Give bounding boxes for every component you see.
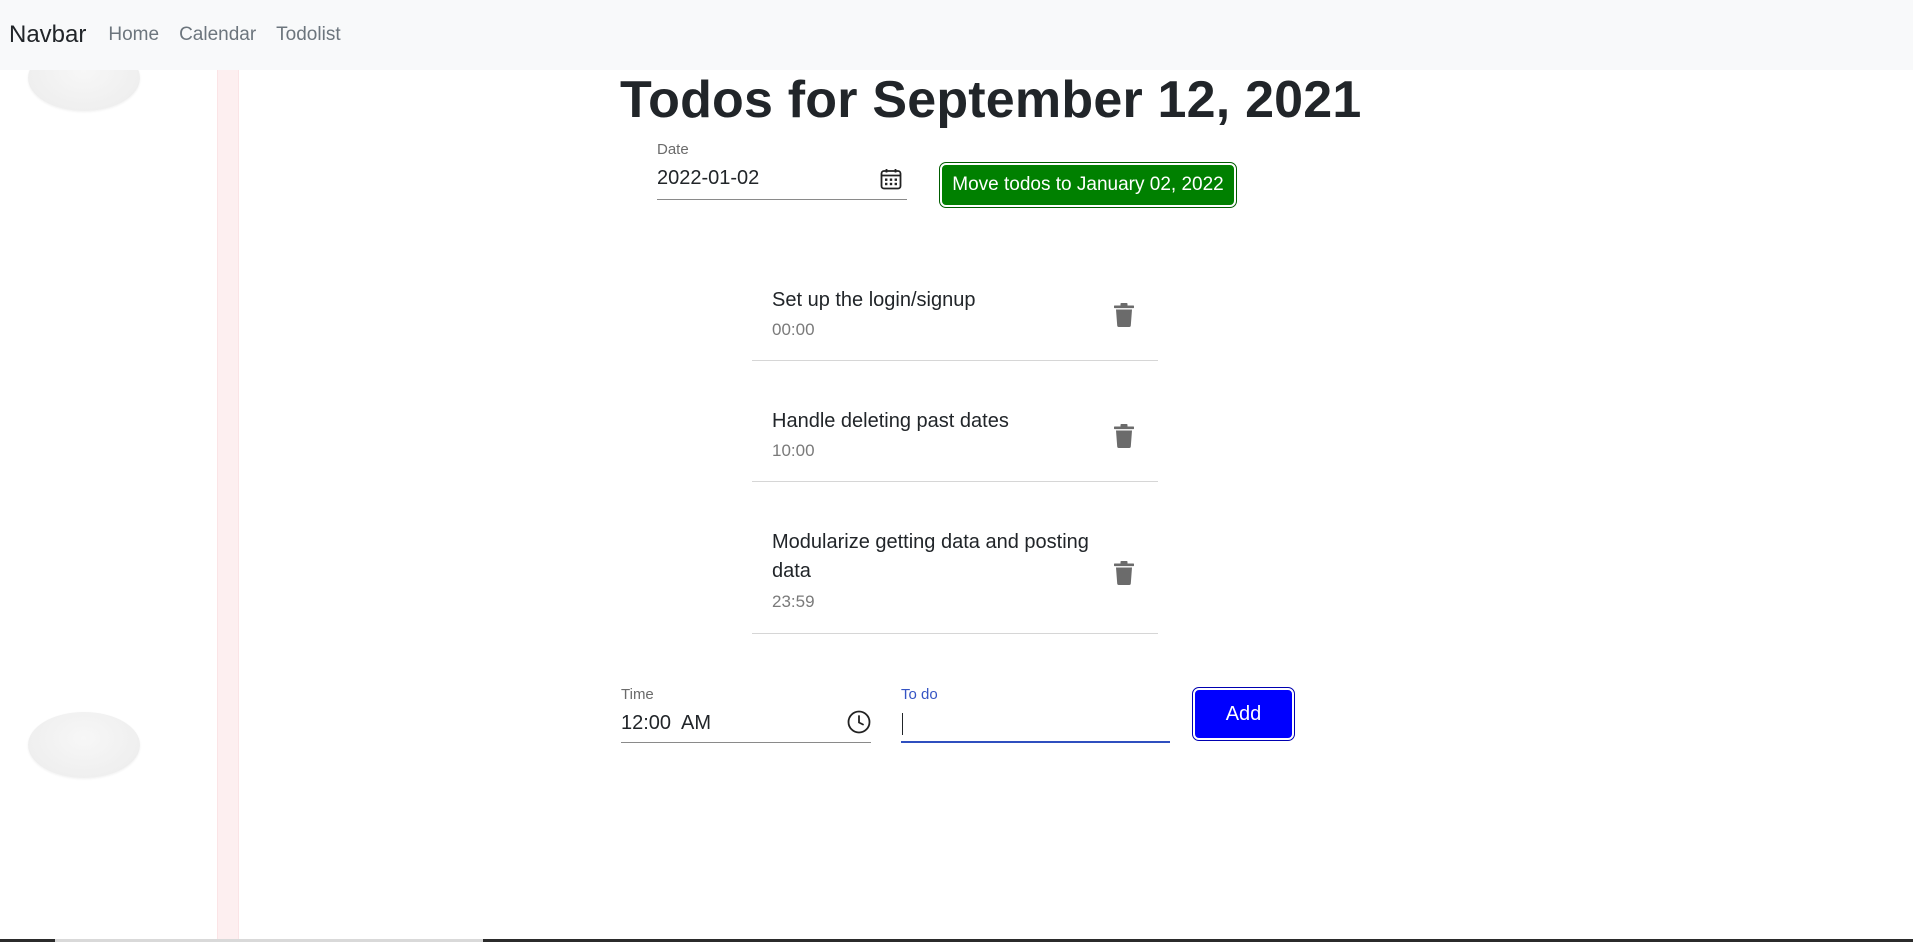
trash-icon[interactable]: [1110, 558, 1138, 588]
trash-icon[interactable]: [1110, 421, 1138, 451]
todo-list: Set up the login/signup 00:00 Handle del…: [742, 228, 1167, 658]
page-title: Todos for September 12, 2021: [620, 71, 1362, 129]
todo-item: Handle deleting past dates 10:00: [752, 361, 1158, 482]
navbar: Navbar Home Calendar Todolist: [0, 0, 1913, 70]
nav-link-home[interactable]: Home: [108, 24, 159, 46]
todo-field-label: To do: [901, 686, 938, 703]
calendar-icon[interactable]: [877, 165, 905, 193]
todo-text: Handle deleting past dates: [772, 410, 1009, 432]
clock-icon[interactable]: [845, 708, 873, 736]
text-caret: [902, 713, 903, 735]
trash-icon[interactable]: [1110, 300, 1138, 330]
date-field-value[interactable]: 2022-01-02: [657, 167, 907, 190]
move-todos-button[interactable]: Move todos to January 02, 2022: [939, 162, 1237, 208]
date-field-label: Date: [657, 141, 689, 158]
todo-item: Modularize getting data and posting data…: [752, 482, 1158, 634]
time-field-value[interactable]: 12:00 AM: [621, 712, 871, 735]
time-field-label: Time: [621, 686, 654, 703]
time-field[interactable]: Time 12:00 AM: [621, 686, 871, 743]
todo-item: Set up the login/signup 00:00: [752, 272, 1158, 361]
todo-input[interactable]: [901, 708, 1166, 738]
todo-time: 10:00: [772, 441, 815, 460]
notebook-hole-bottom: [28, 712, 140, 778]
notebook-margin-line: [217, 70, 239, 942]
add-button[interactable]: Add: [1192, 687, 1295, 741]
todo-text: Modularize getting data and posting data: [772, 531, 1089, 582]
todo-time: 00:00: [772, 320, 815, 339]
todo-field[interactable]: To do: [901, 686, 1170, 743]
todo-text: Set up the login/signup: [772, 289, 976, 311]
date-field[interactable]: Date 2022-01-02: [657, 141, 907, 200]
nav-link-todolist[interactable]: Todolist: [276, 24, 340, 46]
todo-time: 23:59: [772, 592, 815, 611]
nav-link-calendar[interactable]: Calendar: [179, 24, 256, 46]
navbar-brand[interactable]: Navbar: [9, 21, 86, 49]
